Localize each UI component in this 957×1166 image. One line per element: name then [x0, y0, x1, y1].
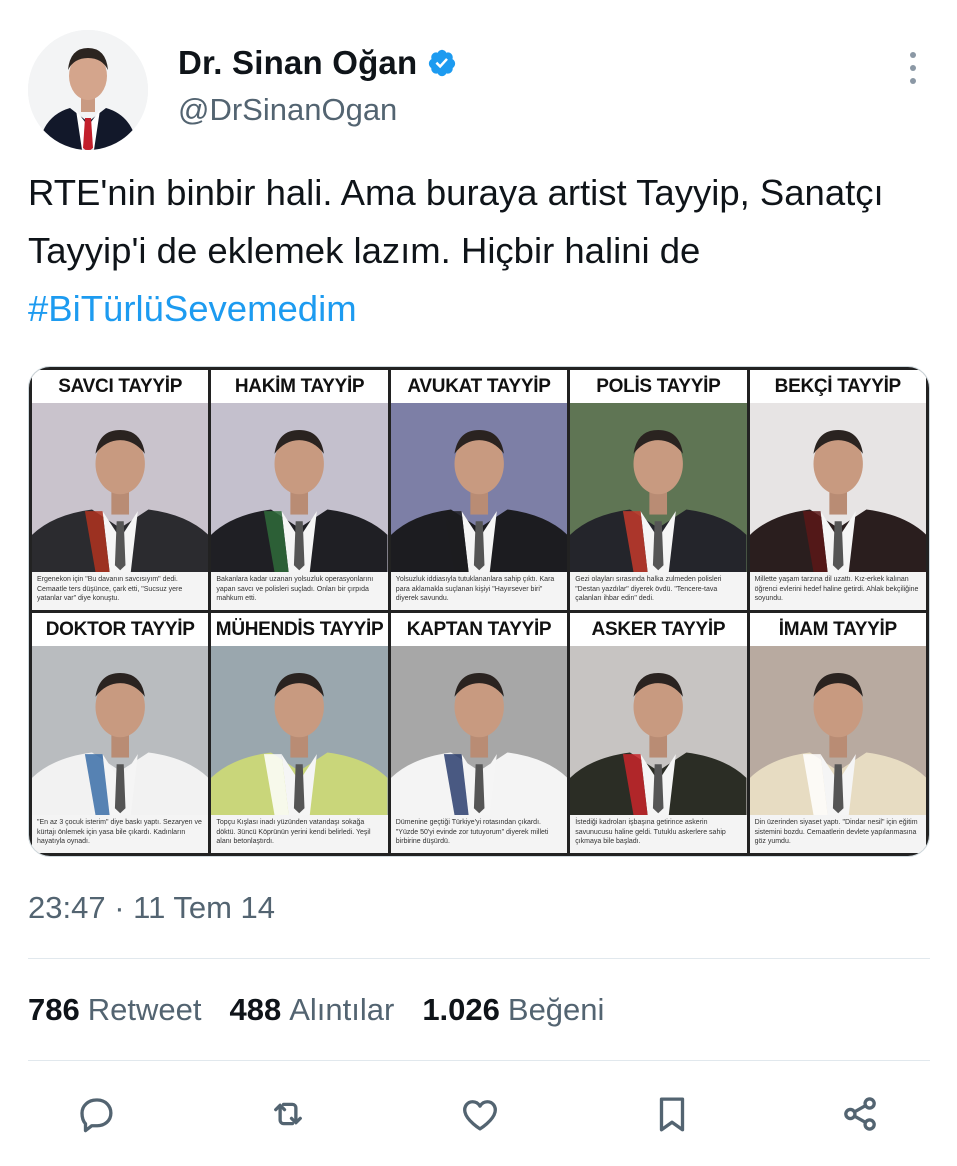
heart-icon	[463, 1100, 497, 1131]
quote-count-value: 488	[229, 992, 282, 1027]
retweet-button[interactable]	[264, 1090, 312, 1138]
name-row: Dr. Sinan Oğan	[178, 44, 457, 82]
collage-panel-caption: İstediği kadroları işbaşına getirince as…	[570, 815, 747, 853]
collage-panel-photo	[570, 403, 747, 572]
collage-panel-photo	[390, 403, 568, 572]
hashtag-link[interactable]: #BiTürlüSevemedim	[28, 288, 357, 329]
collage-panel-caption: Dümenine geçtiği Türkiye'yi rotasından ç…	[390, 815, 568, 853]
collage-panel-photo	[32, 403, 209, 572]
collage-panel-caption: Topçu Kışlası inadı yüzünden vatandaşı s…	[211, 815, 388, 853]
collage-panel-title: ASKER TAYYİP	[591, 618, 726, 640]
timestamp[interactable]: 23:47 · 11 Tem 14	[28, 890, 275, 926]
like-count-value: 1.026	[422, 992, 500, 1027]
display-name[interactable]: Dr. Sinan Oğan	[178, 44, 417, 82]
collage-panel: KAPTAN TAYYİP Dümenine geçtiği Türkiye'yi…	[390, 613, 568, 853]
retweet-count[interactable]: 786 Retweet	[28, 992, 201, 1028]
divider	[28, 958, 930, 959]
tweet-header: Dr. Sinan Oğan @DrSinanOgan	[28, 30, 928, 152]
collage-panel-title: MÜHENDİS TAYYİP	[215, 618, 384, 640]
collage-panel-photo	[211, 403, 388, 572]
collage-panel-photo	[749, 403, 926, 572]
quote-count-label: Alıntılar	[289, 992, 395, 1027]
retweet-icon	[274, 1102, 302, 1126]
collage-panel-title: SAVCI TAYYİP	[58, 375, 183, 397]
collage-panel-caption: "En az 3 çocuk isterim" diye baskı yaptı…	[32, 815, 209, 853]
collage-panel-caption: Millette yaşam tarzına dil uzattı. Kız-e…	[749, 572, 926, 610]
retweet-count-label: Retweet	[87, 992, 202, 1027]
collage-panel-photo	[390, 646, 568, 815]
reply-icon	[80, 1098, 113, 1133]
bookmark-button[interactable]	[648, 1090, 696, 1138]
media-collage-grid: SAVCI TAYYİP Ergenekon için "Bu davanın s…	[29, 367, 929, 856]
verified-badge-icon	[429, 49, 456, 77]
avatar[interactable]	[28, 30, 148, 150]
quote-count[interactable]: 488 Alıntılar	[229, 992, 394, 1028]
collage-panel: İMAM TAYYİP Din üzerinden siyaset yaptı. …	[749, 613, 926, 853]
collage-panel: HAKİM TAYYİP Bakanlara kadar uzanan yolsu…	[211, 370, 388, 610]
collage-panel-photo	[32, 646, 209, 815]
like-count-label: Beğeni	[507, 992, 605, 1027]
tweet-text-body: RTE'nin binbir hali. Ama buraya artist T…	[28, 172, 884, 271]
collage-panel-photo	[211, 646, 388, 815]
like-button[interactable]	[456, 1090, 504, 1138]
collage-panel: ASKER TAYYİP İstediği kadroları işbaşına …	[570, 613, 747, 853]
collage-panel: SAVCI TAYYİP Ergenekon için "Bu davanın s…	[32, 370, 209, 610]
more-vertical-icon[interactable]	[898, 48, 928, 88]
collage-panel-photo	[570, 646, 747, 815]
collage-panel: POLİS TAYYİP Gezi olayları sırasında halk…	[570, 370, 747, 610]
retweet-count-value: 786	[28, 992, 80, 1027]
handle[interactable]: @DrSinanOgan	[178, 92, 397, 128]
action-bar	[28, 1090, 930, 1138]
tweet-text: RTE'nin binbir hali. Ama buraya artist T…	[28, 164, 933, 338]
collage-panel: DOKTOR TAYYİP "En az 3 çocuk isterim" diy…	[32, 613, 209, 853]
collage-panel-title: AVUKAT TAYYİP	[407, 375, 551, 397]
collage-panel-caption: Din üzerinden siyaset yaptı. "Dindar nes…	[749, 815, 926, 853]
collage-panel-title: DOKTOR TAYYİP	[45, 618, 195, 640]
collage-panel-title: KAPTAN TAYYİP	[406, 618, 552, 640]
collage-panel-caption: Yolsuzluk iddiasıyla tutuklananlara sahi…	[390, 572, 568, 610]
collage-panel-caption: Bakanlara kadar uzanan yolsuzluk operasy…	[211, 572, 388, 610]
divider	[28, 1060, 930, 1061]
collage-panel-title: İMAM TAYYİP	[778, 618, 897, 640]
tweet-media[interactable]: SAVCI TAYYİP Ergenekon için "Bu davanın s…	[28, 366, 930, 857]
collage-panel-title: BEKÇİ TAYYİP	[774, 375, 902, 397]
collage-panel-title: HAKİM TAYYİP	[234, 375, 365, 397]
collage-panel-caption: Gezi olayları sırasında halka zulmeden p…	[570, 572, 747, 610]
bookmark-icon	[659, 1097, 685, 1132]
collage-panel: AVUKAT TAYYİP Yolsuzluk iddiasıyla tutukl…	[390, 370, 568, 610]
collage-panel: MÜHENDİS TAYYİP Topçu Kışlası inadı yüzün…	[211, 613, 388, 853]
share-button[interactable]	[836, 1090, 884, 1138]
collage-panel-photo	[749, 646, 926, 815]
collage-panel-caption: Ergenekon için "Bu davanın savcısıyım" d…	[32, 572, 209, 610]
collage-panel: BEKÇİ TAYYİP Millette yaşam tarzına dil u…	[749, 370, 926, 610]
engagement-stats: 786 Retweet 488 Alıntılar 1.026 Beğeni	[28, 992, 632, 1028]
reply-button[interactable]	[72, 1090, 120, 1138]
collage-panel-title: POLİS TAYYİP	[596, 375, 721, 397]
like-count[interactable]: 1.026 Beğeni	[422, 992, 604, 1028]
share-icon	[844, 1097, 876, 1131]
